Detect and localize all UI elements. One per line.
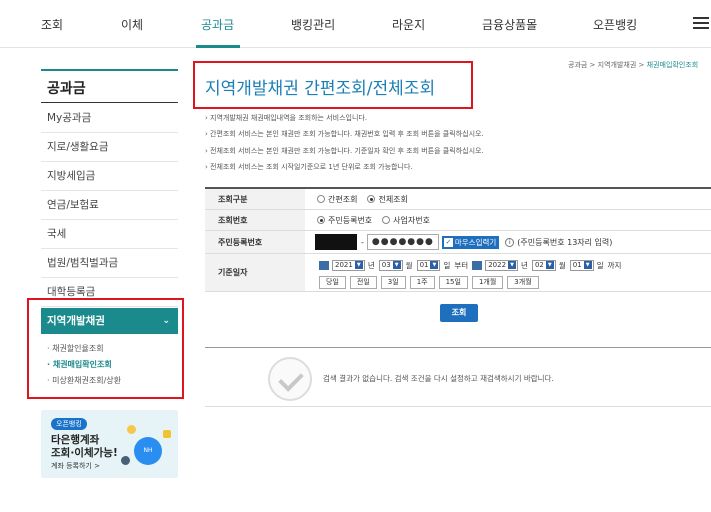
sidebar-item-pension[interactable]: 연금/보험료: [41, 191, 178, 220]
mouse-input-toggle[interactable]: ✓ 마우스입력기: [441, 235, 500, 249]
banner-line2: 조회·이체가능!: [51, 447, 118, 459]
unit-day: 일: [596, 260, 604, 270]
sidebar-item-local-tax[interactable]: 지방세입금: [41, 162, 178, 191]
nav-item-banking-mgmt[interactable]: 뱅킹관리: [291, 16, 335, 33]
end-month-select[interactable]: 02 ▼: [531, 259, 556, 271]
open-banking-banner[interactable]: 오픈뱅킹 타은행계좌 조회·이체가능! 계좌 등록하기 > NH: [41, 410, 178, 478]
notice-line: › 전체조회 서비스는 본인 채권만 조회 가능합니다. 기준일자 확인 후 조…: [205, 147, 484, 155]
radio-rrn-label[interactable]: 주민등록번호: [328, 215, 372, 226]
nav-item-utility[interactable]: 공과금: [201, 16, 234, 33]
search-button[interactable]: 조회: [440, 304, 478, 322]
nav-item-open-banking[interactable]: 오픈뱅킹: [593, 16, 637, 33]
quick-today-button[interactable]: 당일: [319, 275, 346, 289]
sidebar-item-giro[interactable]: 지로/생활요금: [41, 133, 178, 162]
quick-3day-button[interactable]: 3일: [380, 275, 406, 289]
sidebar-title-accent: [41, 69, 178, 71]
start-day-select[interactable]: 01 ▼: [416, 259, 441, 271]
checkbox-icon: ✓: [443, 238, 453, 247]
end-year-select[interactable]: 2022 ▼: [485, 259, 519, 271]
quick-1month-button[interactable]: 1개월: [471, 275, 504, 289]
nav-item-product-mall[interactable]: 금융상품몰: [482, 16, 537, 33]
rrn-dash: -: [361, 237, 364, 247]
quick-15day-button[interactable]: 15일: [438, 275, 468, 289]
sidebar-item-my-utility[interactable]: My공과금: [41, 104, 178, 133]
breadcrumb-current: 채권매입확인조회: [646, 61, 699, 69]
start-year-select[interactable]: 2021 ▼: [332, 259, 365, 271]
banner-link[interactable]: 계좌 등록하기 >: [51, 461, 100, 471]
quick-1week-button[interactable]: 1주: [409, 275, 435, 289]
rrn-front-input[interactable]: [315, 234, 357, 250]
radio-simple[interactable]: [317, 195, 325, 203]
radio-simple-label[interactable]: 간편조회: [328, 194, 357, 205]
notice-line: › 지역개발채권 채권매입내역을 조회하는 서비스입니다.: [205, 114, 368, 122]
rrn-label: 주민등록번호: [205, 231, 305, 253]
globe-icon: [121, 456, 130, 465]
coin-icon: [127, 425, 136, 434]
nav-active-indicator: [196, 45, 240, 48]
number-label: 조회번호: [205, 210, 305, 230]
unit-year: 년: [367, 260, 375, 270]
to-text: 까지: [607, 260, 622, 270]
rrn-back-input[interactable]: ●●●●●●●: [366, 234, 439, 250]
notice-line: › 간편조회 서비스는 본인 채권만 조회 가능합니다. 채권번호 입력 후 조…: [205, 130, 484, 138]
radio-rrn[interactable]: [317, 216, 325, 224]
radio-full[interactable]: [367, 195, 376, 203]
unit-year: 년: [521, 260, 528, 270]
nav-item-lounge[interactable]: 라운지: [392, 16, 425, 33]
card-icon: [163, 430, 171, 438]
breadcrumb-item[interactable]: 지역개발채권: [598, 61, 637, 69]
form-row-rrn: 주민등록번호 - ●●●●●●● ✓ 마우스입력기 i (주민등록번호 13자리 …: [205, 231, 711, 254]
start-month-select[interactable]: 03 ▼: [378, 259, 403, 271]
notice-line: › 전체조회 서비스는 조회 시작일기준으로 1년 단위로 조회 가능합니다.: [205, 163, 413, 171]
type-label: 조회구분: [205, 189, 305, 209]
banner-tag: 오픈뱅킹: [51, 418, 87, 430]
breadcrumb: 공과금 > 지역개발채권 > 채권매입확인조회: [568, 61, 699, 69]
hamburger-menu-icon[interactable]: [693, 17, 709, 29]
end-day-select[interactable]: 01 ▼: [569, 259, 594, 271]
calendar-icon[interactable]: [319, 260, 329, 270]
quick-3month-button[interactable]: 3개월: [507, 275, 539, 289]
form-row-date: 기준일자 2021 ▼ 년 03 ▼ 월 01 ▼ 일 부터 2022 ▼ 년 02 ▼ 월 01 ▼…: [205, 254, 711, 292]
radio-full-label[interactable]: 전체조회: [378, 194, 407, 205]
from-text: 부터: [454, 260, 469, 270]
form-row-type: 조회구분 간편조회 전체조회: [205, 189, 711, 210]
quick-yesterday-button[interactable]: 전일: [349, 275, 377, 289]
sidebar-highlight-box: [27, 298, 184, 399]
nav-item-inquiry[interactable]: 조회: [41, 16, 63, 33]
breadcrumb-item[interactable]: 공과금: [568, 61, 587, 69]
radio-business[interactable]: [382, 216, 391, 224]
nav-item-transfer[interactable]: 이체: [121, 16, 143, 33]
result-message: 검색 결과가 없습니다. 검색 조건을 다시 설정하고 재검색하시기 바랍니다.: [323, 374, 554, 383]
sidebar-item-national-tax[interactable]: 국세: [41, 220, 178, 249]
sidebar-item-court-fines[interactable]: 법원/범칙벌과금: [41, 249, 178, 278]
unit-month: 월: [405, 260, 413, 270]
radio-business-label[interactable]: 사업자번호: [393, 215, 430, 226]
mouse-input-label: 마우스입력기: [454, 237, 497, 247]
info-icon: i: [505, 237, 515, 247]
top-nav: 조회 이체 공과금 뱅킹관리 라운지 금융상품몰 오픈뱅킹: [0, 0, 711, 48]
sidebar-title: 공과금: [47, 81, 86, 97]
unit-day: 일: [443, 260, 451, 270]
rrn-hint: (주민등록번호 13자리 입력): [517, 237, 613, 247]
nh-logo-icon: NH: [134, 437, 162, 465]
search-form: 조회구분 간편조회 전체조회 조회번호 주민등록번호 사업자번호 주민등록번호 …: [205, 187, 711, 292]
sidebar-title-divider: [41, 102, 178, 103]
unit-month: 월: [558, 260, 566, 270]
title-highlight-box: [193, 61, 473, 109]
check-icon: [268, 357, 312, 401]
date-label: 기준일자: [205, 254, 305, 291]
form-row-number: 조회번호 주민등록번호 사업자번호: [205, 210, 711, 231]
result-panel: 검색 결과가 없습니다. 검색 조건을 다시 설정하고 재검색하시기 바랍니다.: [205, 347, 711, 407]
calendar-icon[interactable]: [472, 260, 483, 270]
